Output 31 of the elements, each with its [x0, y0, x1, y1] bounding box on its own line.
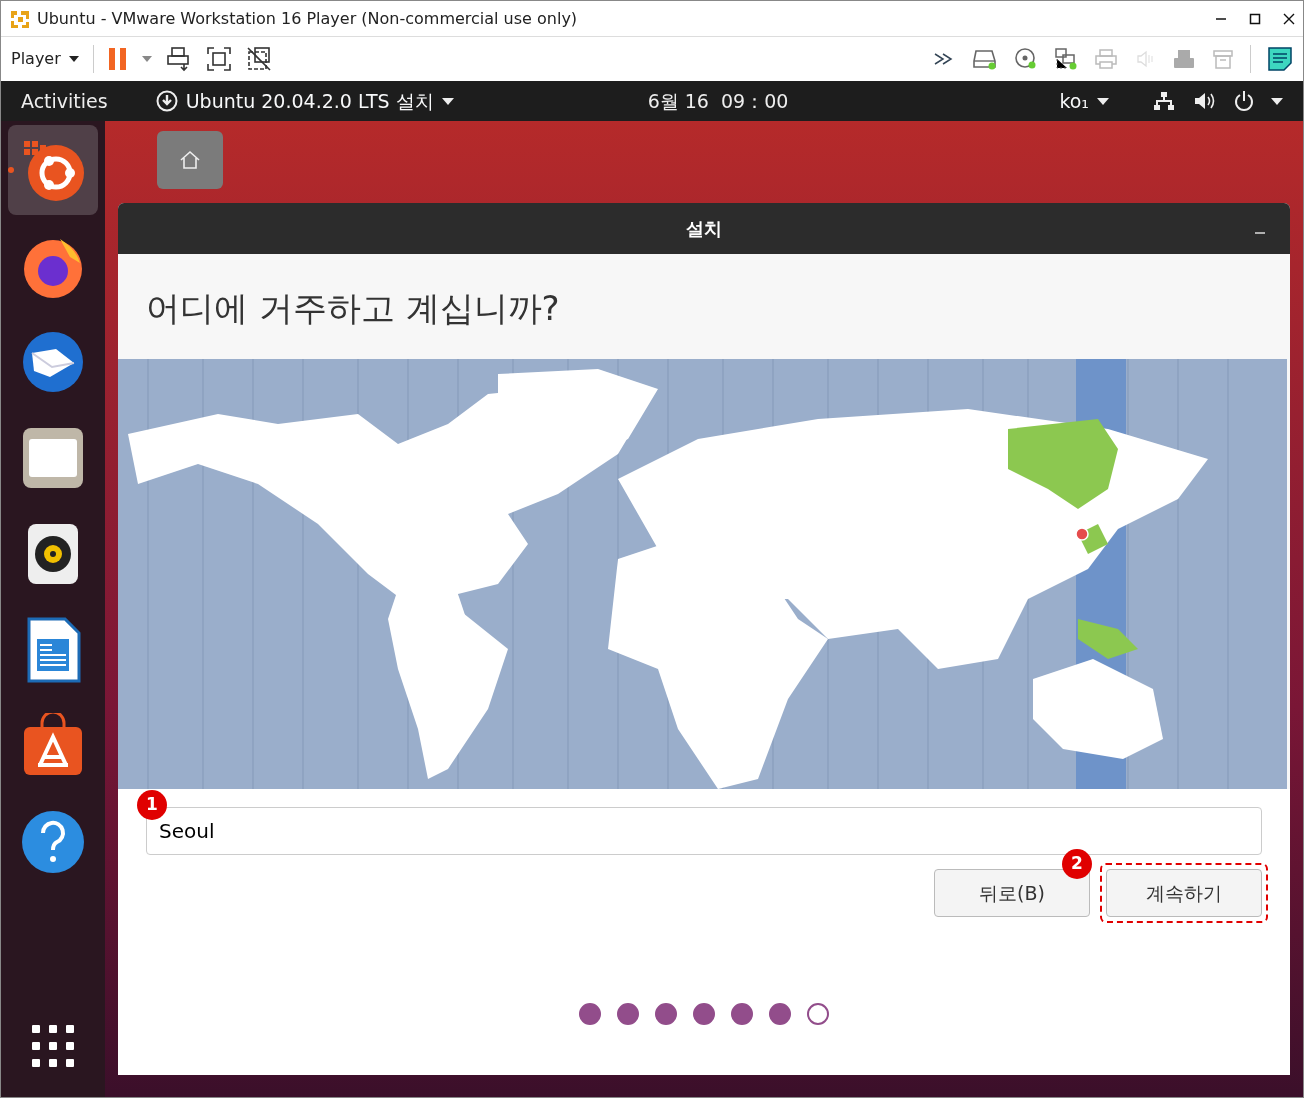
pause-icon[interactable] [107, 47, 128, 71]
network-adapter-icon[interactable] [1054, 47, 1078, 71]
input-source-menu[interactable]: ko₁ [1059, 86, 1109, 116]
question-heading: 어디에 거주하고 계십니까? [145, 287, 561, 330]
download-icon [155, 90, 178, 112]
caret-icon[interactable] [1271, 97, 1283, 105]
caret-icon [441, 97, 454, 105]
activities-button[interactable]: Activities [21, 86, 108, 116]
world-map-drawing[interactable] [118, 358, 1287, 789]
maximize-icon[interactable] [1249, 12, 1261, 25]
back-button[interactable]: 뒤로(B) [934, 868, 1090, 917]
caret-icon [68, 56, 79, 62]
caret-icon [1097, 97, 1109, 105]
send-keys-icon[interactable] [165, 46, 192, 72]
continue-button[interactable]: 계속하기 [1106, 868, 1262, 917]
note-icon[interactable] [1267, 46, 1293, 72]
annotation-number: 1 [137, 789, 167, 820]
close-icon[interactable] [1283, 12, 1295, 25]
network-icon[interactable] [1153, 91, 1175, 111]
home-folder-icon[interactable] [157, 131, 223, 189]
unity-icon[interactable] [245, 46, 272, 72]
power-icon[interactable] [1233, 90, 1255, 112]
app-menu[interactable]: Ubuntu 20.04.2.0 LTS 설치 [155, 86, 454, 116]
fullscreen-icon[interactable] [205, 46, 232, 72]
window-title: Ubuntu - VMware Workstation 16 Player (Non-commercial use only) [37, 7, 578, 30]
window-title: 설치 [686, 217, 722, 241]
volume-icon[interactable] [1193, 91, 1215, 111]
clock[interactable]: 6월 16 09：00 [647, 86, 789, 116]
installer-icon[interactable] [8, 125, 98, 215]
disc-icon[interactable] [1014, 47, 1038, 71]
player-menu[interactable]: Player [11, 47, 79, 71]
